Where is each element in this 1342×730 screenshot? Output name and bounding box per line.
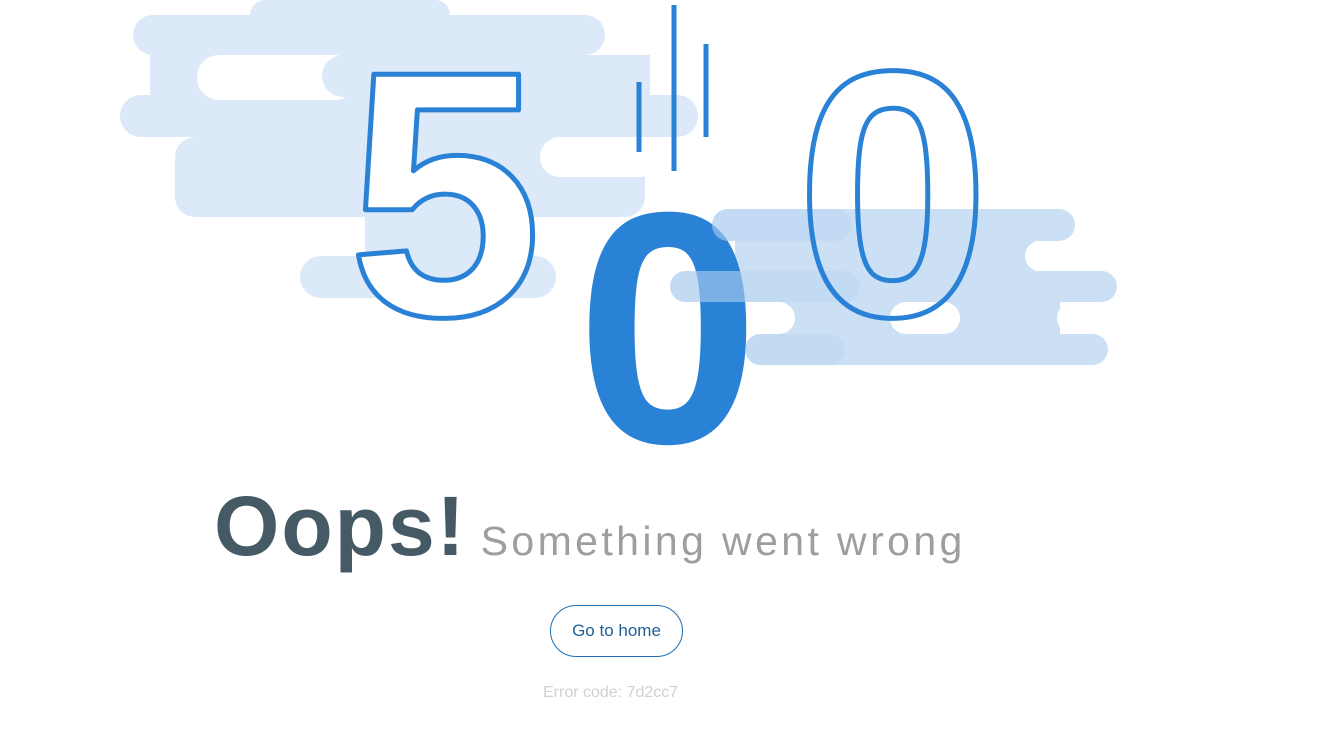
go-home-button[interactable]: Go to home [550,605,683,657]
digit-zero-outline: 0 [793,0,993,393]
error-500-illustration: 5 0 0 [120,0,1137,470]
page-title: Oops! [214,479,467,573]
page-subtitle: Something went wrong [480,518,966,564]
error-page: 5 0 0 Oops! Something went wrong Go to h… [0,0,1342,730]
headline: Oops! Something went wrong [214,478,966,575]
svg-text:0: 0 [796,0,991,390]
error-code-text: Error code: 7d2cc7 [543,684,679,701]
digit-zero-solid: 0 [576,143,760,470]
svg-text:5: 5 [348,0,543,390]
digit-five: 5 [345,0,545,393]
svg-text:0: 0 [576,143,760,470]
